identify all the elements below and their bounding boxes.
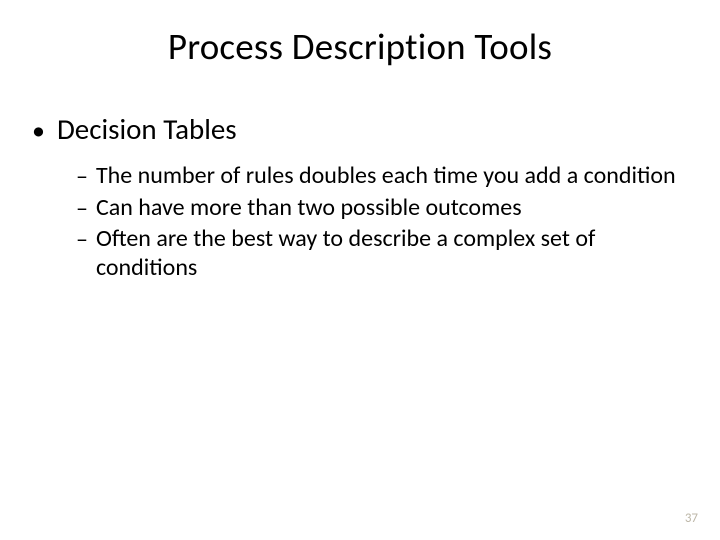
bullet-item-level2: – Often are the best way to describe a c… xyxy=(76,224,688,283)
slide-content: • Decision Tables – The number of rules … xyxy=(0,111,720,283)
bullet-dash-icon: – xyxy=(76,226,88,254)
slide-title: Process Description Tools xyxy=(0,24,720,69)
sublist: – The number of rules doubles each time … xyxy=(32,161,688,283)
bullet-level2-text: Can have more than two possible outcomes xyxy=(96,193,522,222)
bullet-dash-icon: – xyxy=(76,163,88,191)
bullet-level2-text: Often are the best way to describe a com… xyxy=(96,224,688,283)
page-number: 37 xyxy=(685,511,698,526)
bullet-level2-text: The number of rules doubles each time yo… xyxy=(96,161,676,190)
bullet-item-level1: • Decision Tables xyxy=(32,111,688,147)
bullet-dash-icon: – xyxy=(76,195,88,223)
bullet-item-level2: – Can have more than two possible outcom… xyxy=(76,193,688,223)
bullet-level1-text: Decision Tables xyxy=(57,111,237,147)
bullet-item-level2: – The number of rules doubles each time … xyxy=(76,161,688,191)
bullet-dot-icon: • xyxy=(32,117,45,143)
slide-container: Process Description Tools • Decision Tab… xyxy=(0,0,720,540)
